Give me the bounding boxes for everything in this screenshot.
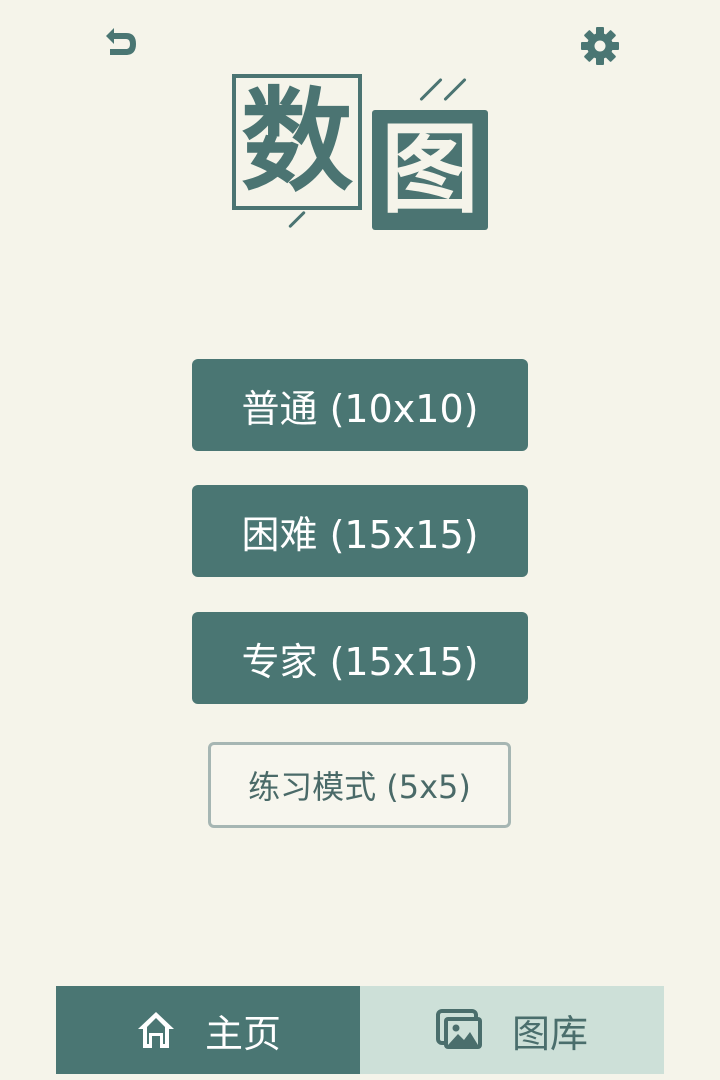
logo-box-primary: 数 [232, 74, 362, 210]
tab-gallery[interactable]: 图库 [360, 986, 664, 1074]
tab-gallery-label: 图库 [511, 1011, 588, 1056]
practice-mode-button[interactable]: 练习模式 (5x5) [208, 742, 511, 828]
logo-accent-line [419, 77, 443, 102]
app-logo: 数 图 [226, 70, 496, 236]
expert-mode-button[interactable]: 专家 (15x15) [192, 612, 528, 704]
normal-mode-button[interactable]: 普通 (10x10) [192, 359, 528, 451]
gear-icon [581, 27, 619, 65]
tab-home-label: 主页 [204, 1011, 281, 1056]
back-button[interactable] [96, 20, 144, 68]
bottom-tab-bar: 主页 图库 [56, 986, 664, 1074]
home-icon [137, 1012, 174, 1048]
logo-accent-line [443, 77, 467, 102]
logo-accent-line [288, 210, 306, 229]
tab-home[interactable]: 主页 [56, 986, 360, 1074]
image-gallery-icon [435, 1009, 482, 1049]
settings-button[interactable] [576, 22, 624, 70]
logo-char-tu: 图 [380, 113, 479, 227]
hard-mode-button[interactable]: 困难 (15x15) [192, 485, 528, 577]
undo-arrow-icon [106, 28, 136, 55]
logo-char-shu: 数 [241, 77, 353, 207]
logo-box-secondary: 图 [372, 110, 488, 230]
